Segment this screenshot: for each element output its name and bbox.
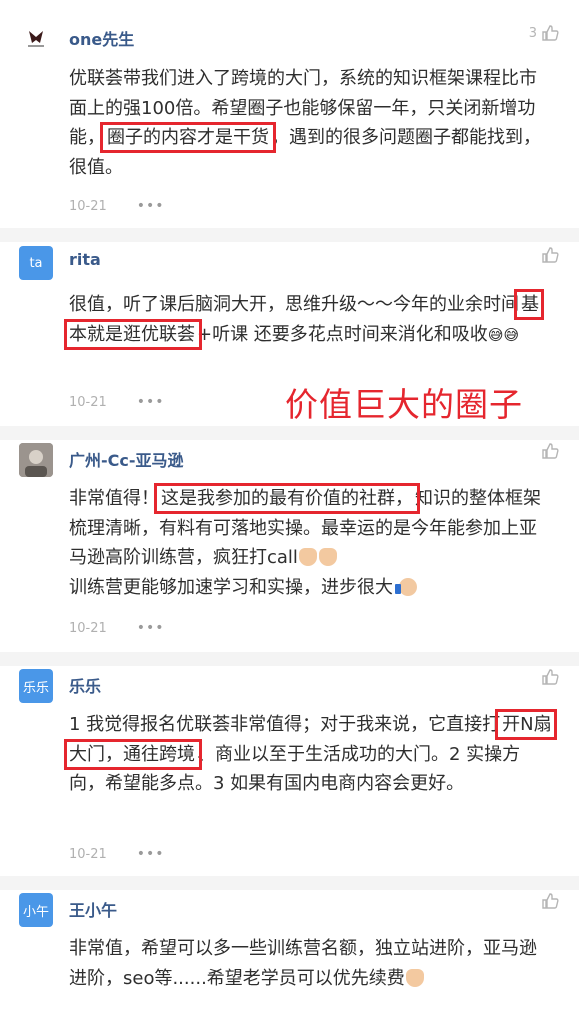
more-icon[interactable]: ••• (137, 620, 165, 636)
like-count: 3 (528, 25, 537, 41)
comment-date: 10-21 (69, 620, 107, 636)
divider (0, 652, 579, 666)
avatar[interactable] (19, 443, 53, 477)
comment-text: 非常值，希望可以多一些训练营名额，独立站进阶，亚马逊进阶，seo等......希… (69, 938, 537, 989)
more-icon[interactable]: ••• (137, 394, 165, 410)
comment-text: 很值，听了课后脑洞大开，思维升级～～今年的业余时间 基本就是逛优联荟 +听课 还要多… (64, 289, 544, 350)
like-button[interactable] (541, 442, 559, 460)
more-icon[interactable]: ••• (137, 198, 165, 214)
username[interactable]: one先生 (69, 26, 134, 50)
like-button[interactable]: 3 (529, 24, 559, 42)
avatar[interactable]: ta (19, 246, 53, 280)
thumbs-up-emoji (395, 577, 417, 596)
highlighted-text: 圈子的内容才是干货 (100, 122, 276, 153)
like-button[interactable] (541, 668, 559, 686)
divider (0, 426, 579, 440)
thumbs-up-icon (541, 668, 559, 686)
username[interactable]: 广州-Cc-亚马逊 (69, 447, 184, 471)
like-button[interactable] (541, 892, 559, 910)
comment-text: 优联荟带我们进入了跨境的大门，系统的知识框架课程比市面上的强100倍。希望圈子也… (69, 68, 541, 178)
highlighted-text: 这是我参加的最有价值的社群， (154, 483, 420, 514)
divider (0, 876, 579, 890)
comment-item: 乐乐 乐乐 1 我觉得报名优联荟非常值得；对于我来说，它直接打 开N扇大门，通往跨… (0, 666, 579, 876)
comment-item: 小午 王小午 非常值，希望可以多一些训练营名额，独立站进阶，亚马逊进阶，seo等… (0, 890, 579, 1012)
username[interactable]: rita (69, 250, 101, 269)
comment-date: 10-21 (69, 846, 107, 862)
clap-emoji (318, 548, 337, 566)
comment-date: 10-21 (69, 394, 107, 410)
thumbs-up-icon (541, 24, 559, 42)
ok-hand-emoji (405, 968, 424, 987)
avatar[interactable]: 乐乐 (19, 669, 53, 703)
comment-date: 10-21 (69, 198, 107, 214)
emoji-sweat-smile: 😅😅 (487, 325, 520, 344)
divider (0, 228, 579, 242)
comment-text: 1 我觉得报名优联荟非常值得；对于我来说，它直接打 开N扇大门，通往跨境 、商业以至… (64, 709, 557, 794)
thumbs-up-icon (541, 442, 559, 460)
thumbs-up-icon (541, 246, 559, 264)
thumbs-up-icon (541, 892, 559, 910)
more-icon[interactable]: ••• (137, 846, 165, 862)
clap-emoji (298, 548, 317, 566)
comment-text: 非常值得！ 这是我参加的最有价值的社群， 知识的整体框架梳理清晰，有料有可落地实操。… (69, 483, 541, 598)
comment-item: 广州-Cc-亚马逊 非常值得！ 这是我参加的最有价值的社群， 知识的整体框架梳理清晰… (0, 440, 579, 652)
comment-item: one先生 3 优联荟带我们进入了跨境的大门，系统的知识框架课程比市面上的强10… (0, 0, 579, 228)
avatar[interactable] (19, 21, 53, 55)
annotation-text: 价值巨大的圈子 (285, 385, 523, 424)
username[interactable]: 乐乐 (69, 673, 101, 697)
username[interactable]: 王小午 (69, 897, 117, 921)
like-button[interactable] (541, 246, 559, 264)
avatar[interactable]: 小午 (19, 893, 53, 927)
